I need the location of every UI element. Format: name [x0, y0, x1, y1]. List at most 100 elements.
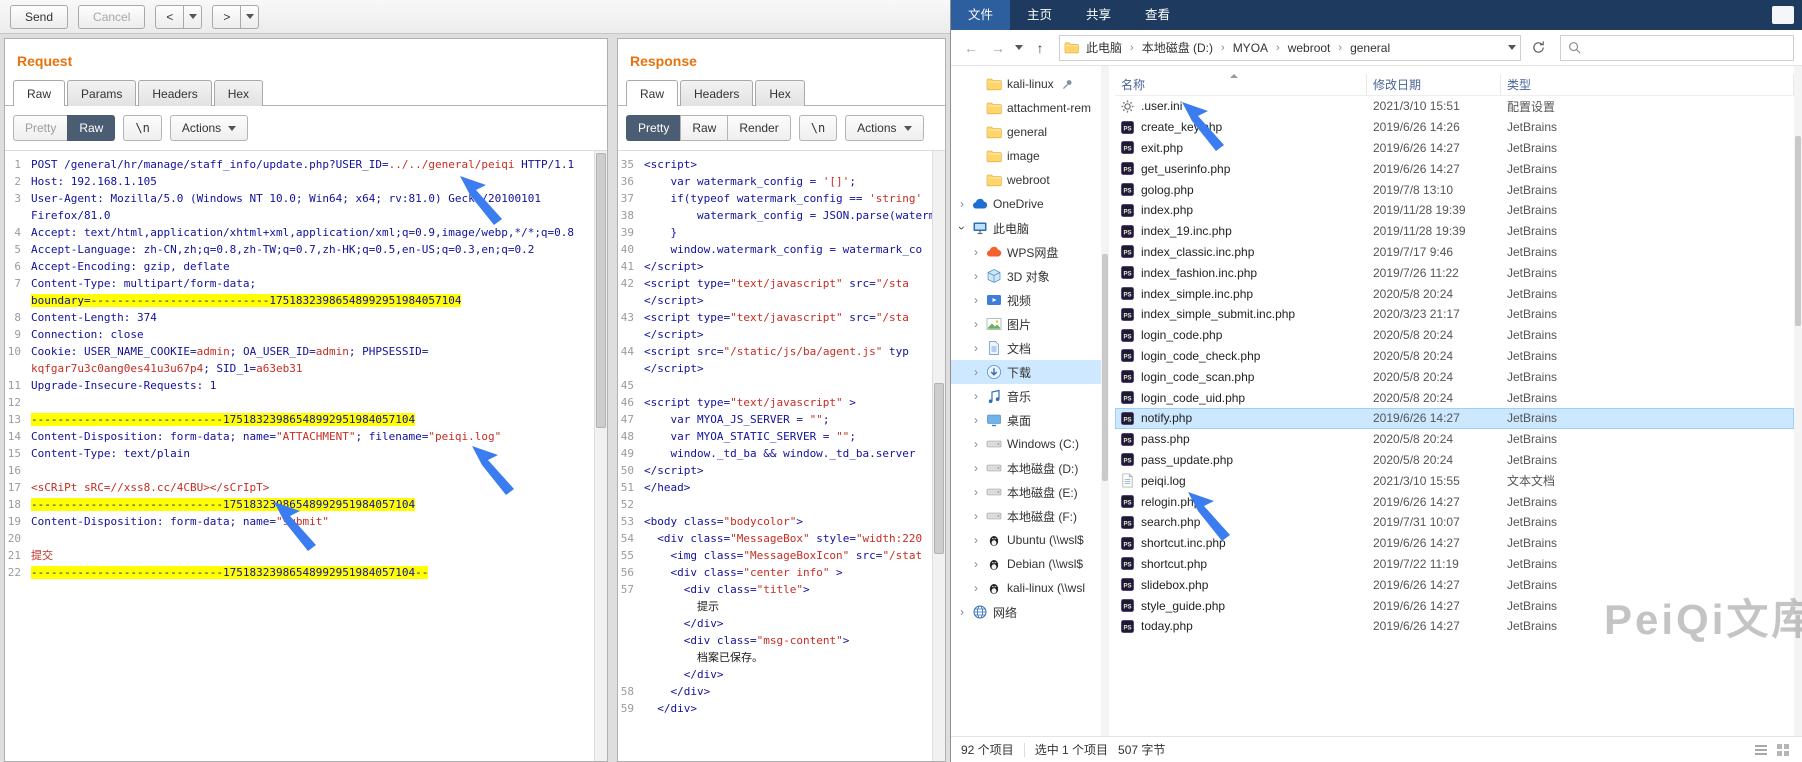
sidebar-item-debian-wsl-[interactable]: ›Debian (\\wsl$ — [951, 552, 1101, 576]
sidebar-item-网络[interactable]: ›网络 — [951, 600, 1101, 624]
file-row-login_code_check.php[interactable]: PSlogin_code_check.php2020/5/8 20:24JetB… — [1115, 346, 1794, 367]
expand-chevron-icon[interactable]: › — [971, 271, 981, 281]
file-row-search.php[interactable]: PSsearch.php2019/7/31 10:07JetBrains — [1115, 512, 1794, 533]
file-row-golog.php[interactable]: PSgolog.php2019/7/8 13:10JetBrains — [1115, 179, 1794, 200]
file-row-peiqi.log[interactable]: peiqi.log2021/3/10 15:55文本文档 — [1115, 470, 1794, 491]
expand-chevron-icon[interactable]: › — [971, 535, 981, 545]
file-row-index_simple_submit.inc.php[interactable]: PSindex_simple_submit.inc.php2020/3/23 2… — [1115, 304, 1794, 325]
expand-chevron-icon[interactable]: › — [971, 511, 981, 521]
request-tab-raw[interactable]: Raw — [13, 80, 65, 106]
sidebar-item-attachment-rem[interactable]: attachment-rem — [951, 96, 1101, 120]
file-row-create_key.php[interactable]: PScreate_key.php2019/6/26 14:26JetBrains — [1115, 117, 1794, 138]
scrollbar-thumb[interactable] — [1102, 254, 1108, 482]
sidebar-item-文档[interactable]: ›文档 — [951, 336, 1101, 360]
history-back-button[interactable]: < — [155, 5, 184, 29]
response-actions-button[interactable]: Actions — [845, 115, 923, 141]
file-row-index_fashion.inc.php[interactable]: PSindex_fashion.inc.php2019/7/26 11:22Je… — [1115, 262, 1794, 283]
breadcrumb-segment[interactable]: webroot — [1281, 41, 1338, 55]
menu-item-查看[interactable]: 查看 — [1128, 0, 1187, 30]
file-row-login_code_uid.php[interactable]: PSlogin_code_uid.php2020/5/8 20:24JetBra… — [1115, 387, 1794, 408]
scrollbar-thumb[interactable] — [1795, 136, 1801, 326]
response-scrollbar[interactable] — [932, 151, 945, 761]
file-row-login_code.php[interactable]: PSlogin_code.php2020/5/8 20:24JetBrains — [1115, 325, 1794, 346]
sidebar-item-此电脑[interactable]: ›此电脑 — [951, 216, 1101, 240]
file-row-get_userinfo.php[interactable]: PSget_userinfo.php2019/6/26 14:27JetBrai… — [1115, 158, 1794, 179]
file-row-exit.php[interactable]: PSexit.php2019/6/26 14:27JetBrains — [1115, 138, 1794, 159]
scrollbar-thumb[interactable] — [934, 383, 944, 554]
request-actions-button[interactable]: Actions — [170, 115, 248, 141]
sidebar-item-图片[interactable]: ›图片 — [951, 312, 1101, 336]
expand-chevron-icon[interactable]: › — [971, 343, 981, 353]
request-mode-raw-button[interactable]: Raw — [67, 115, 115, 141]
file-row-shortcut.php[interactable]: PSshortcut.php2019/7/22 11:19JetBrains — [1115, 554, 1794, 575]
column-header-2[interactable]: 类型 — [1501, 74, 1794, 95]
breadcrumb-segment[interactable]: 本地磁盘 (D:) — [1135, 39, 1220, 56]
menu-item-文件[interactable]: 文件 — [951, 0, 1010, 30]
sidebar-item-音乐[interactable]: ›音乐 — [951, 384, 1101, 408]
search-box[interactable] — [1560, 35, 1794, 61]
menu-item-共享[interactable]: 共享 — [1069, 0, 1128, 30]
expand-chevron-icon[interactable]: › — [971, 247, 981, 257]
sidebar-item-wps网盘[interactable]: ›WPS网盘 — [951, 240, 1101, 264]
send-button[interactable]: Send — [10, 5, 68, 29]
sidebar-item-本地磁盘-f:-[interactable]: ›本地磁盘 (F:) — [951, 504, 1101, 528]
file-row-index_19.inc.php[interactable]: PSindex_19.inc.php2019/11/28 19:39JetBra… — [1115, 221, 1794, 242]
expand-chevron-icon[interactable]: › — [971, 463, 981, 473]
expand-chevron-icon[interactable]: › — [957, 607, 967, 617]
request-editor[interactable]: 1POST /general/hr/manage/staff_info/upda… — [5, 151, 594, 761]
expand-chevron-icon[interactable]: › — [971, 583, 981, 593]
breadcrumb-segment[interactable]: 此电脑 — [1079, 39, 1129, 56]
sidebar-item-kali-linux[interactable]: kali-linux — [951, 72, 1101, 96]
history-forward-button[interactable]: > — [212, 5, 241, 29]
sidebar-item-image[interactable]: image — [951, 144, 1101, 168]
response-mode-render-button[interactable]: Render — [727, 115, 790, 141]
request-tab-params[interactable]: Params — [67, 80, 136, 106]
refresh-button[interactable] — [1526, 36, 1550, 60]
file-row-notify.php[interactable]: PSnotify.php2019/6/26 14:27JetBrains — [1115, 408, 1794, 429]
sidebar-item-视频[interactable]: ›视频 — [951, 288, 1101, 312]
response-editor[interactable]: 35<script>36 var watermark_config = '[]'… — [618, 151, 932, 761]
history-back-dropdown[interactable] — [184, 5, 202, 29]
expand-chevron-icon[interactable]: › — [957, 199, 967, 209]
show-nonprintable-button[interactable]: \n — [123, 115, 161, 141]
address-dropdown-icon[interactable] — [1508, 45, 1516, 50]
breadcrumb-segment[interactable]: general — [1343, 41, 1397, 55]
sidebar-item-ubuntu-wsl-[interactable]: ›Ubuntu (\\wsl$ — [951, 528, 1101, 552]
expand-chevron-icon[interactable]: › — [971, 295, 981, 305]
response-tab-headers[interactable]: Headers — [680, 80, 753, 106]
sidebar-item-general[interactable]: general — [951, 120, 1101, 144]
response-mode-pretty-button[interactable]: Pretty — [626, 115, 681, 141]
sidebar-item-本地磁盘-e:-[interactable]: ›本地磁盘 (E:) — [951, 480, 1101, 504]
response-mode-raw-button[interactable]: Raw — [680, 115, 728, 141]
sidebar-item-windows-c:-[interactable]: ›Windows (C:) — [951, 432, 1101, 456]
column-header-0[interactable]: 名称 — [1115, 74, 1367, 95]
request-tab-headers[interactable]: Headers — [138, 80, 211, 106]
up-button[interactable]: ↑ — [1028, 36, 1052, 60]
show-nonprintable-button[interactable]: \n — [799, 115, 837, 141]
cancel-button[interactable]: Cancel — [78, 5, 145, 29]
expand-chevron-icon[interactable]: › — [971, 391, 981, 401]
expand-chevron-icon[interactable]: › — [971, 415, 981, 425]
file-row-index_simple.inc.php[interactable]: PSindex_simple.inc.php2020/5/8 20:24JetB… — [1115, 283, 1794, 304]
expand-chevron-icon[interactable]: › — [971, 559, 981, 569]
address-bar[interactable]: 此电脑›本地磁盘 (D:)›MYOA›webroot›general — [1059, 35, 1521, 61]
file-row-login_code_scan.php[interactable]: PSlogin_code_scan.php2020/5/8 20:24JetBr… — [1115, 366, 1794, 387]
column-header-1[interactable]: 修改日期 — [1367, 74, 1501, 95]
sidebar-item-桌面[interactable]: ›桌面 — [951, 408, 1101, 432]
expand-chevron-icon[interactable]: › — [971, 319, 981, 329]
file-row-.user.ini[interactable]: .user.ini2021/3/10 15:51配置设置 — [1115, 96, 1794, 117]
back-button[interactable]: ← — [959, 36, 983, 60]
request-scrollbar[interactable] — [594, 151, 607, 761]
response-tab-raw[interactable]: Raw — [626, 80, 678, 106]
request-mode-pretty-button[interactable]: Pretty — [13, 115, 68, 141]
file-row-pass.php[interactable]: PSpass.php2020/5/8 20:24JetBrains — [1115, 429, 1794, 450]
sidebar-item-下载[interactable]: ›下载 — [951, 360, 1101, 384]
ribbon-expand-button[interactable] — [1772, 6, 1794, 24]
expand-chevron-icon[interactable]: › — [957, 223, 967, 233]
menu-item-主页[interactable]: 主页 — [1010, 0, 1069, 30]
expand-chevron-icon[interactable]: › — [971, 367, 981, 377]
response-tab-hex[interactable]: Hex — [755, 80, 804, 106]
forward-button[interactable]: → — [986, 36, 1010, 60]
scrollbar-thumb[interactable] — [596, 153, 606, 428]
file-row-index_classic.inc.php[interactable]: PSindex_classic.inc.php2019/7/17 9:46Jet… — [1115, 242, 1794, 263]
